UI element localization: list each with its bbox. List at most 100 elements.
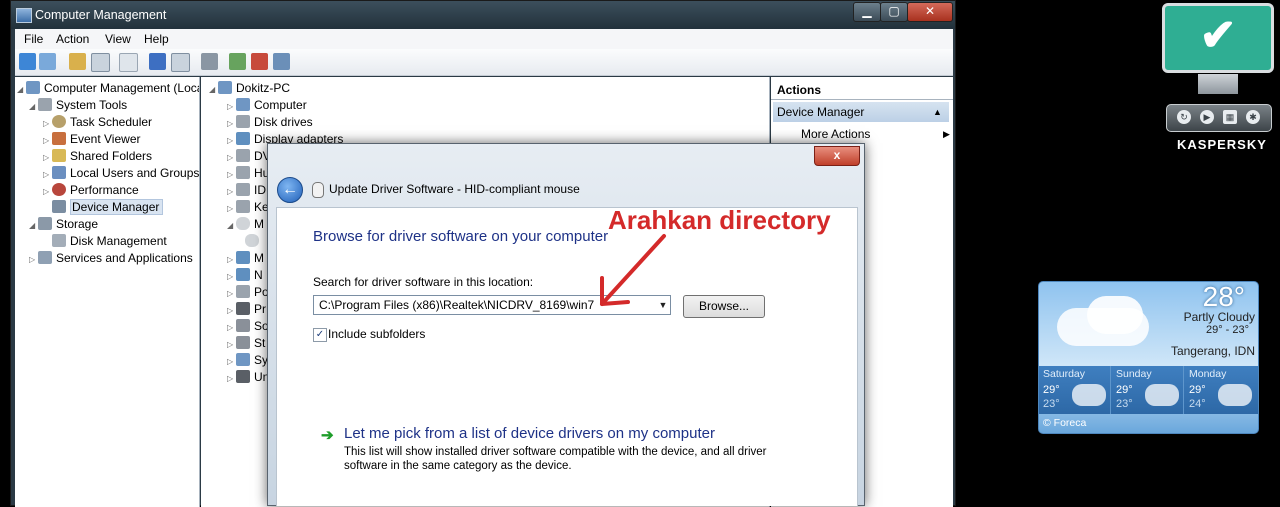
device-category[interactable]: ▷ Sy bbox=[227, 352, 268, 369]
minimize-button[interactable]: ▁ bbox=[853, 2, 881, 22]
menu-file[interactable]: File bbox=[24, 32, 43, 46]
kaspersky-logo: KASPERSKY bbox=[1177, 137, 1267, 152]
tree-item-shared-folders[interactable]: ▷ Shared Folders bbox=[43, 148, 152, 165]
update-driver-icon[interactable] bbox=[229, 53, 246, 70]
device-item[interactable] bbox=[245, 233, 263, 250]
device-category[interactable]: ▷ N bbox=[227, 267, 263, 284]
browse-button[interactable]: Browse... bbox=[683, 295, 765, 318]
tree-label: Computer Management (Local bbox=[44, 81, 200, 95]
action-pane-icon[interactable] bbox=[171, 53, 190, 72]
tree-item-services[interactable]: ▷ Services and Applications bbox=[29, 250, 193, 267]
properties-icon[interactable] bbox=[119, 53, 138, 72]
up-folder-icon[interactable] bbox=[69, 53, 86, 70]
device-label: M bbox=[254, 251, 264, 265]
expand-arrow-icon[interactable]: ▷ bbox=[43, 132, 52, 149]
show-hide-tree-icon[interactable] bbox=[91, 53, 110, 72]
close-button[interactable]: ✕ bbox=[907, 2, 953, 22]
pick-from-list-link[interactable]: Let me pick from a list of device driver… bbox=[344, 425, 715, 442]
device-category[interactable]: ▷ ID bbox=[227, 182, 266, 199]
device-category[interactable]: ▷ Un bbox=[227, 369, 269, 386]
pick-from-list-description: This list will show installed driver sof… bbox=[344, 446, 767, 472]
more-actions[interactable]: More Actions bbox=[801, 127, 870, 141]
collapse-icon[interactable]: ▲ bbox=[933, 102, 942, 122]
expand-arrow-icon[interactable]: ◢ bbox=[29, 217, 38, 234]
tree-label: System Tools bbox=[56, 98, 128, 112]
kaspersky-status-monitor[interactable]: ✔ bbox=[1162, 3, 1274, 73]
help-icon[interactable] bbox=[149, 53, 166, 70]
device-root[interactable]: ◢ Dokitz-PC bbox=[209, 80, 290, 97]
play-icon[interactable]: ▶ bbox=[1200, 110, 1214, 124]
device-category[interactable]: ▷ Disk drives bbox=[227, 114, 313, 131]
menu-view[interactable]: View bbox=[105, 32, 131, 46]
disable-device-icon[interactable] bbox=[273, 53, 290, 70]
include-subfolders-label[interactable]: Include subfolders bbox=[328, 327, 425, 341]
device-category[interactable]: ▷ Computer bbox=[227, 97, 307, 114]
device-category[interactable]: ▷ So bbox=[227, 318, 269, 335]
expand-arrow-icon[interactable]: ▷ bbox=[29, 251, 38, 268]
forward-arrow-icon[interactable] bbox=[39, 53, 56, 70]
forecast-low: 24° bbox=[1189, 398, 1206, 410]
tree-item-disk-management[interactable]: Disk Management bbox=[43, 233, 167, 250]
device-category[interactable]: ▷ M bbox=[227, 250, 264, 267]
disk-management-icon bbox=[52, 234, 66, 247]
back-button[interactable]: ← bbox=[277, 177, 303, 203]
menu-help[interactable]: Help bbox=[144, 32, 169, 46]
sound-icon bbox=[236, 319, 250, 332]
include-subfolders-checkbox[interactable]: ✓ bbox=[313, 328, 327, 342]
tree-item-event-viewer[interactable]: ▷ Event Viewer bbox=[43, 131, 140, 148]
port-icon bbox=[236, 285, 250, 298]
uninstall-icon[interactable] bbox=[251, 53, 268, 70]
expand-arrow-icon[interactable]: ▷ bbox=[43, 166, 52, 183]
tree-item-device-manager[interactable]: Device Manager bbox=[43, 199, 164, 216]
tree-item-performance[interactable]: ▷ Performance bbox=[43, 182, 139, 199]
device-category[interactable]: ▷ Po bbox=[227, 284, 269, 301]
computer-icon bbox=[218, 81, 232, 94]
tree-item-computer-management[interactable]: ◢ Computer Management (Local bbox=[17, 80, 200, 98]
device-root-label: Dokitz-PC bbox=[236, 81, 291, 95]
monitor-stand bbox=[1198, 74, 1238, 94]
device-category[interactable]: ▷ St bbox=[227, 335, 265, 352]
actions-section-device-manager[interactable]: Device Manager ▲ bbox=[773, 102, 949, 122]
expand-arrow-icon[interactable]: ▷ bbox=[43, 149, 52, 166]
device-category[interactable]: ▷ Hu bbox=[227, 165, 269, 182]
gear-icon[interactable]: ✱ bbox=[1246, 110, 1260, 124]
event-viewer-icon bbox=[52, 132, 66, 145]
tree-item-task-scheduler[interactable]: ▷ Task Scheduler bbox=[43, 114, 152, 131]
forecast-high: 29° bbox=[1043, 384, 1060, 396]
more-actions-label: More Actions bbox=[801, 127, 871, 141]
back-arrow-icon[interactable] bbox=[19, 53, 36, 70]
tree-item-local-users[interactable]: ▷ Local Users and Groups bbox=[43, 165, 199, 182]
device-category[interactable]: ▷ Pr bbox=[227, 301, 266, 318]
hid-icon bbox=[236, 166, 250, 179]
menu-action[interactable]: Action bbox=[56, 32, 89, 46]
computer-management-icon bbox=[16, 8, 32, 23]
tree-item-system-tools[interactable]: ◢ System Tools bbox=[29, 97, 127, 114]
monitor-icon bbox=[236, 251, 250, 264]
dialog-close-button[interactable]: x bbox=[814, 146, 860, 166]
device-label: St bbox=[254, 336, 266, 350]
device-category[interactable]: ▷ DV bbox=[227, 148, 271, 165]
weather-gadget[interactable]: 28° Partly Cloudy 29° - 23° Tangerang, I… bbox=[1038, 281, 1259, 434]
expand-arrow-icon[interactable]: ◢ bbox=[209, 81, 218, 98]
dvd-drive-icon bbox=[236, 149, 250, 162]
expand-arrow-icon[interactable]: ◢ bbox=[29, 98, 38, 115]
device-category[interactable]: ◢ M bbox=[227, 216, 264, 233]
expand-arrow-icon[interactable]: ▷ bbox=[43, 115, 52, 132]
device-category[interactable]: ▷ Ke bbox=[227, 199, 269, 216]
disk-drive-icon bbox=[236, 115, 250, 128]
tree-label: Shared Folders bbox=[70, 149, 153, 163]
weather-credit-link[interactable]: © Foreca bbox=[1043, 417, 1086, 429]
title-bar[interactable]: Computer Management ▁ ▢ ✕ bbox=[11, 1, 955, 29]
expand-arrow-icon[interactable]: ◢ bbox=[17, 81, 26, 98]
reports-icon[interactable]: ▦ bbox=[1223, 110, 1237, 124]
maximize-button[interactable]: ▢ bbox=[880, 2, 908, 22]
scan-hardware-icon[interactable] bbox=[201, 53, 218, 70]
path-input[interactable]: C:\Program Files (x86)\Realtek\NICDRV_81… bbox=[319, 298, 594, 312]
update-icon[interactable]: ↻ bbox=[1177, 110, 1191, 124]
tree-item-storage[interactable]: ◢ Storage bbox=[29, 216, 98, 233]
temperature-range: 29° - 23° bbox=[1205, 324, 1249, 336]
expand-arrow-icon[interactable]: ▷ bbox=[43, 183, 52, 200]
computer-management-icon bbox=[26, 81, 40, 94]
kaspersky-toolbar: ↻ ▶ ▦ ✱ bbox=[1166, 104, 1272, 132]
device-label: Sy bbox=[254, 353, 269, 367]
